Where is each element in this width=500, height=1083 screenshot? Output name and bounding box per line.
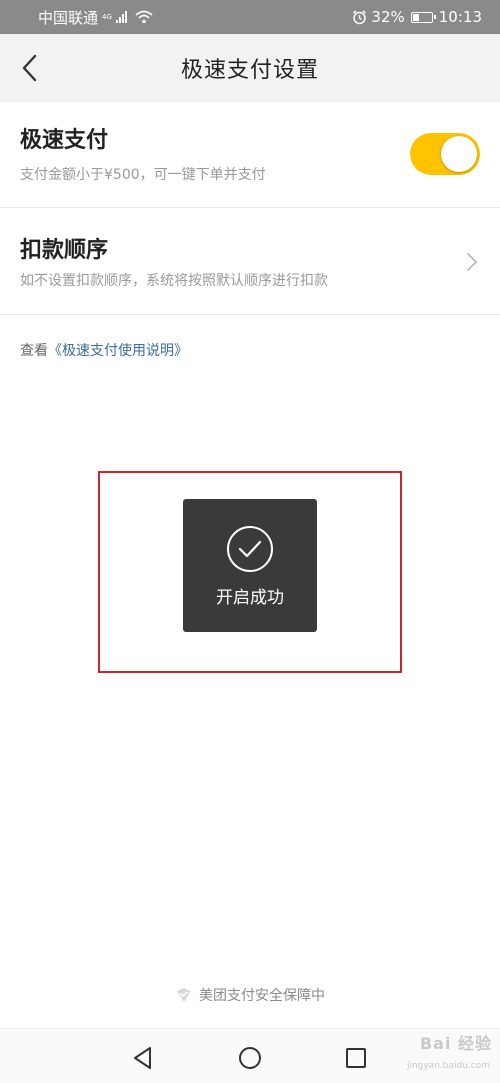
status-left: 中国联通 4G [38,7,153,28]
alarm-icon [353,9,367,24]
battery-percent: 32% [371,8,405,26]
baidu-watermark: Bai 经验 [419,1034,492,1053]
clock: 10:13 [438,8,482,26]
baidu-watermark-url: jingyan.baidu.com [406,1061,490,1071]
check-circle-icon [227,526,273,572]
toast-text: 开启成功 [216,588,284,608]
network-type: 4G [102,12,112,21]
square-recent-icon[interactable] [343,1045,369,1071]
back-button[interactable] [14,50,44,86]
circle-home-icon[interactable] [237,1045,263,1071]
status-right: 32% 10:13 [352,8,482,26]
security-note-text: 美团支付安全保障中 [199,988,325,1004]
success-toast: 开启成功 [183,499,317,632]
help-line: 查看《极速支付使用说明》 [20,340,188,360]
deduction-order-subtitle: 如不设置扣款顺序，系统将按照默认顺序进行扣款 [20,273,328,289]
signal-icon [115,11,127,23]
battery-icon [410,11,436,23]
triangle-back-icon[interactable] [130,1045,156,1071]
quick-pay-subtitle: 支付金额小于¥500，可一键下单并支付 [20,167,266,183]
carrier-label: 中国联通 [38,8,99,27]
wifi-icon [135,10,153,24]
deduction-order-title: 扣款顺序 [20,238,109,263]
chevron-left-icon [22,54,37,82]
shield-icon [177,988,191,1002]
quick-pay-row: 极速支付 支付金额小于¥500，可一键下单并支付 [0,102,500,208]
page-title: 极速支付设置 [180,58,319,83]
deduction-order-row[interactable]: 扣款顺序 如不设置扣款顺序，系统将按照默认顺序进行扣款 [0,208,500,315]
status-bar: 中国联通 4G 32% 10:13 [0,0,500,34]
quick-pay-title: 极速支付 [20,128,109,153]
toggle-knob [441,136,477,172]
nav-bar: 极速支付设置 [0,34,500,102]
help-link[interactable]: 《极速支付使用说明》 [48,343,188,359]
help-prefix: 查看 [20,343,48,359]
security-note: 美团支付安全保障中 [0,985,500,1005]
quick-pay-toggle[interactable] [410,133,480,175]
chevron-right-icon [467,253,478,271]
